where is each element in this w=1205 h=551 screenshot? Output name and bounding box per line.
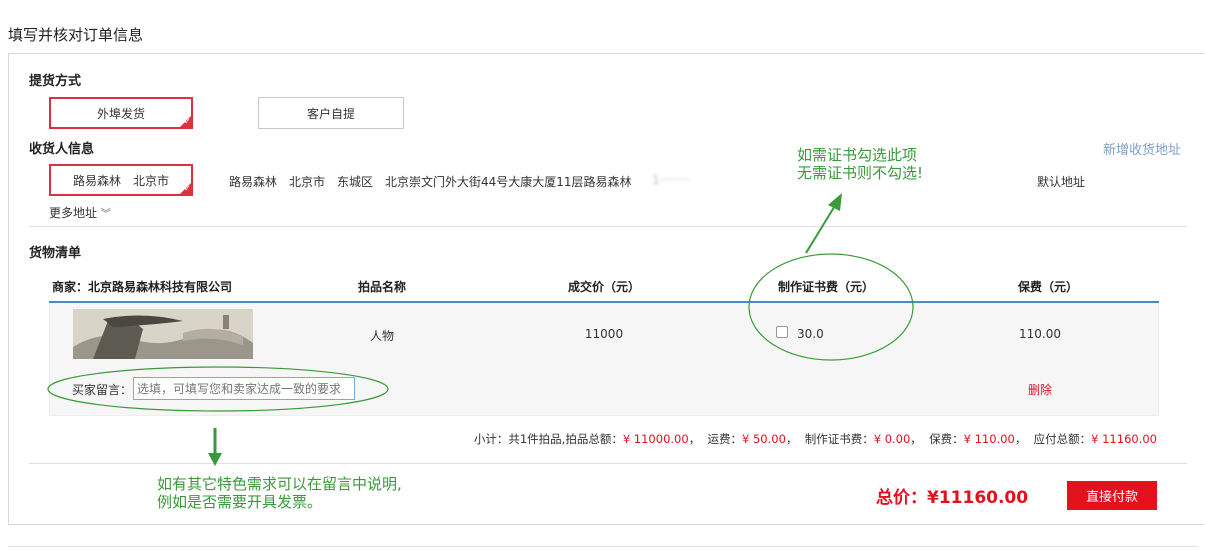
cert-note-line-2: 无需证书则不勾选! xyxy=(797,164,924,182)
goods-section-title: 货物清单 xyxy=(29,246,82,261)
section-divider xyxy=(29,226,1187,227)
subtotal-cert-label: ， 制作证书费： xyxy=(785,432,874,446)
page-title: 填写并核对订单信息 xyxy=(8,26,144,44)
subtotal-total-label: ， 应付总额： xyxy=(1014,432,1092,446)
subtotal-insurance-label: ， 保费： xyxy=(910,432,964,446)
check-corner-icon xyxy=(179,115,192,128)
delivery-option-pickup-label: 客户自提 xyxy=(306,106,355,121)
delete-link[interactable]: 删除 xyxy=(1028,381,1052,398)
message-note-line-2: 例如是否需要开具发票。 xyxy=(157,493,323,511)
add-address-link[interactable]: 新增收货地址 xyxy=(1103,139,1181,158)
subtotal-total: ¥ 11160.00 xyxy=(1091,432,1157,446)
footer-divider xyxy=(29,463,1187,464)
subtotal-line: 小计：共1件拍品,拍品总额：¥ 11000.00， 运费：¥ 50.00， 制作… xyxy=(474,431,1157,447)
header-insurance: 保费（元） xyxy=(1017,280,1078,294)
subtotal-items-amount: ¥ 11000.00 xyxy=(622,432,689,446)
total-label: 总价： xyxy=(876,488,927,508)
phone-masked: 1········ xyxy=(652,173,691,187)
check-corner-icon xyxy=(179,182,192,195)
total-price: 总价：¥11160.00 xyxy=(876,483,1028,508)
total-amount: ¥11160.00 xyxy=(927,488,1029,508)
header-merchant: 商家：北京路易森林科技有限公司 xyxy=(52,280,233,294)
page-bottom-divider xyxy=(8,546,1198,547)
default-address-label: 默认地址 xyxy=(1037,175,1086,189)
cert-fee-value: 30.0 xyxy=(797,327,824,341)
item-insurance: 110.00 xyxy=(1019,327,1061,341)
address-option-selected[interactable]: 路易森林 北京市 xyxy=(49,164,193,196)
pay-button[interactable]: 直接付款 xyxy=(1067,481,1157,510)
cert-note: 如需证书勾选此项 无需证书则不勾选! xyxy=(797,146,923,182)
delivery-option-ship[interactable]: 外埠发货 xyxy=(49,97,193,129)
more-address-label: 更多地址 xyxy=(49,206,98,220)
item-thumbnail[interactable] xyxy=(73,309,253,359)
cert-note-line-1: 如需证书勾选此项 xyxy=(797,146,918,164)
receiver-section-title: 收货人信息 xyxy=(29,142,95,157)
cert-checkbox[interactable] xyxy=(776,326,788,338)
subtotal-freight-label: ， 运费： xyxy=(688,432,742,446)
subtotal-insurance: ¥ 110.00 xyxy=(963,432,1015,446)
header-cert-fee: 制作证书费（元） xyxy=(777,280,874,294)
header-price: 成交价（元） xyxy=(567,280,640,294)
address-option-label: 路易森林 北京市 xyxy=(72,173,169,188)
subtotal-freight: ¥ 50.00 xyxy=(742,432,786,446)
subtotal-prefix: 小计：共1件拍品,拍品总额： xyxy=(473,432,623,446)
message-note-line-1: 如有其它特色需求可以在留言中说明, xyxy=(157,475,402,493)
chevron-down-icon: ︾ xyxy=(100,209,111,220)
item-price: 11000 xyxy=(584,327,624,341)
delivery-section-title: 提货方式 xyxy=(29,74,82,89)
address-detail: 路易森林 北京市 东城区 北京崇文门外大街44号大康大厦11层路易森林 xyxy=(229,175,632,189)
item-name: 人物 xyxy=(369,329,394,343)
more-address-toggle[interactable]: 更多地址 ︾ xyxy=(49,204,111,221)
message-note: 如有其它特色需求可以在留言中说明, 例如是否需要开具发票。 xyxy=(157,475,402,511)
message-label: 买家留言： xyxy=(72,383,133,397)
delivery-option-ship-label: 外埠发货 xyxy=(96,106,145,121)
subtotal-cert: ¥ 0.00 xyxy=(873,432,911,446)
delivery-option-pickup[interactable]: 客户自提 xyxy=(258,97,404,129)
header-item-name: 拍品名称 xyxy=(357,280,406,294)
message-input[interactable] xyxy=(133,377,355,400)
